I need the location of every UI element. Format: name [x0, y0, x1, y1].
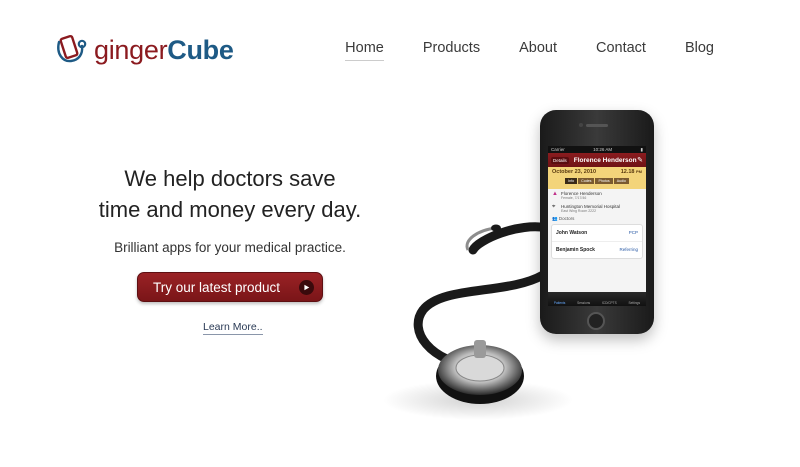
- tab-info: Info: [565, 178, 578, 184]
- tab-codes: Codes: [578, 178, 595, 184]
- tab-audio: Audio: [613, 178, 629, 184]
- doctors-label: 👥 Doctors: [552, 216, 575, 221]
- nav-blog[interactable]: Blog: [685, 40, 714, 61]
- camera-icon: [579, 123, 583, 127]
- location-pin-icon: ⌖: [552, 204, 556, 210]
- brand-logo[interactable]: gingerCube: [55, 30, 234, 70]
- phone-stethoscope-icon: [57, 34, 87, 63]
- tab-icd-cpts: ICD/CPTS: [601, 301, 617, 305]
- hero-headline-line2: time and money every day.: [98, 197, 362, 222]
- nav-about[interactable]: About: [519, 40, 557, 61]
- patient-row: ▲ Florence Henderson Female, 7/17/46: [548, 189, 646, 202]
- main-nav: Home Products About Contact Blog: [306, 40, 714, 61]
- session-date: October 23, 2010: [552, 169, 597, 175]
- brand-name: gingerCube: [94, 34, 234, 65]
- home-button: [587, 312, 605, 330]
- hero-headline-line1: We help doctors save: [124, 166, 336, 191]
- doctors-icon: 👥: [552, 216, 558, 221]
- tab-patients: Patients: [553, 301, 566, 305]
- location-sub: East Wing Room 2222: [561, 209, 597, 213]
- app-title: Florence Henderson: [573, 156, 637, 164]
- tab-photos: Photos: [595, 178, 613, 184]
- play-arrow-icon: [299, 280, 314, 295]
- nav-home[interactable]: Home: [345, 40, 384, 61]
- hero-subline: Brilliant apps for your medical practice…: [114, 240, 346, 255]
- date-bar: October 23, 2010 12.18 PM Info Codes Pho…: [548, 167, 646, 189]
- doctor-row: Benjamin Spock Referring: [552, 241, 642, 258]
- doctors-card: John Watson PCP Benjamin Spock Referring: [551, 224, 643, 259]
- iphone-mockup: Carrier 10:26 AM ▮ Details Florence Hend…: [540, 110, 654, 334]
- location-row: ⌖ Huntington Memorial Hospital East Wing …: [548, 202, 646, 215]
- tab-sessions: Sessions: [577, 301, 591, 305]
- session-time: 12.18 PM: [620, 169, 642, 175]
- nav-products[interactable]: Products: [423, 40, 480, 61]
- battery-icon: ▮: [640, 146, 643, 152]
- cta-label: Try our latest product: [153, 279, 281, 295]
- phone-earpiece: [586, 124, 608, 127]
- patient-sub: Female, 7/17/46: [561, 196, 587, 200]
- app-nav-bar: Details Florence Henderson ✎: [548, 153, 646, 167]
- status-carrier: Carrier: [551, 147, 565, 152]
- status-time: 10:26 AM: [593, 147, 613, 152]
- edit-icon: ✎: [637, 157, 643, 164]
- learn-more-link[interactable]: Learn More..: [203, 321, 263, 335]
- app-tab-bar: Patients Sessions ICD/CPTS Settings: [548, 292, 646, 306]
- hero-headline: We help doctors save time and money ever…: [60, 163, 400, 225]
- segmented-tabs: Info Codes Photos Audio: [552, 178, 642, 184]
- doctor-row: John Watson PCP: [556, 230, 638, 236]
- female-icon: ▲: [552, 191, 558, 197]
- tab-settings: Settings: [628, 301, 641, 305]
- details-back-button: Details: [551, 156, 569, 164]
- nav-contact[interactable]: Contact: [596, 40, 646, 61]
- status-bar: Carrier 10:26 AM ▮: [548, 146, 646, 153]
- app-screen: Carrier 10:26 AM ▮ Details Florence Hend…: [548, 146, 646, 306]
- try-latest-product-button[interactable]: Try our latest product: [137, 272, 323, 302]
